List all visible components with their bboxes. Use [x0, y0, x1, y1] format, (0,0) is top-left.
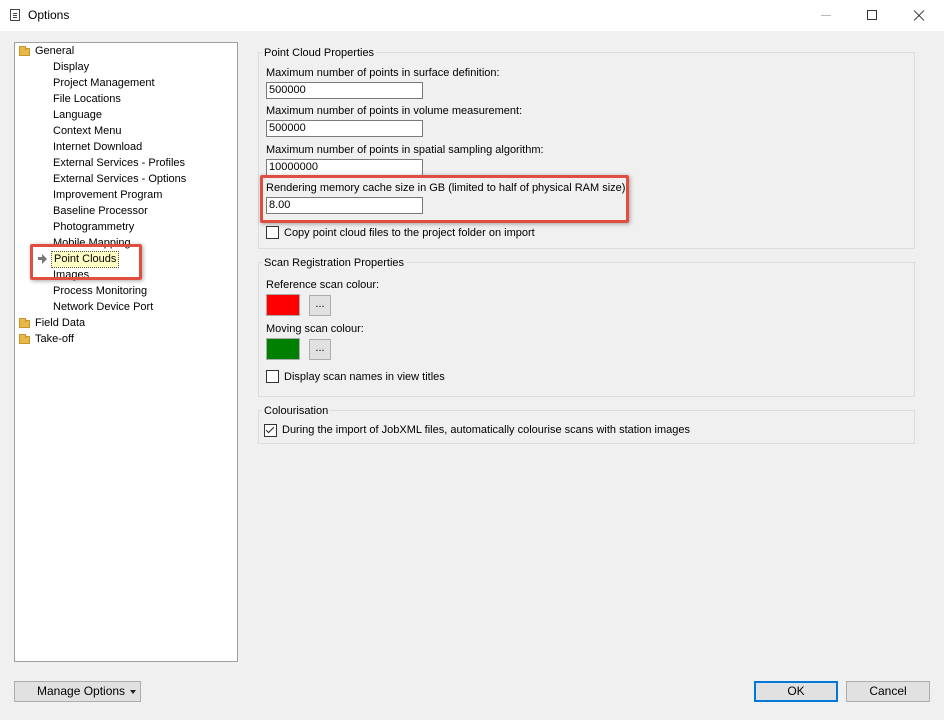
display-scan-names-checkbox[interactable] [266, 370, 279, 383]
scan-registration-title: Scan Registration Properties [262, 256, 407, 270]
moving-colour-label: Moving scan colour: [266, 323, 364, 335]
auto-colourise-checkbox[interactable] [264, 424, 277, 437]
options-app-icon [10, 9, 20, 21]
dropdown-arrow-icon [130, 690, 136, 694]
tree-item-process-monitoring[interactable]: Process Monitoring [53, 283, 147, 299]
folder-icon [19, 318, 30, 328]
title-bar: Options [0, 0, 944, 31]
maximize-button[interactable] [849, 0, 895, 31]
cache-size-label: Rendering memory cache size in GB (limit… [266, 182, 629, 194]
tree-item-display[interactable]: Display [53, 59, 89, 75]
tree-item-improvement-program[interactable]: Improvement Program [53, 187, 162, 203]
tree-item-mobile-mapping[interactable]: Mobile Mapping [53, 235, 131, 251]
volume-points-label: Maximum number of points in volume measu… [266, 105, 523, 117]
tree-item-project-management[interactable]: Project Management [53, 75, 155, 91]
reference-colour-picker-button[interactable]: ... [309, 295, 331, 316]
reference-colour-label: Reference scan colour: [266, 279, 380, 291]
reference-colour-swatch[interactable] [266, 294, 300, 316]
arrow-right-icon [38, 254, 48, 264]
folder-icon [19, 46, 30, 56]
close-button[interactable] [895, 0, 941, 31]
cache-size-input[interactable]: 8.00 [266, 197, 423, 214]
display-scan-names-label: Display scan names in view titles [284, 371, 445, 383]
copy-files-checkbox[interactable] [266, 226, 279, 239]
tree-item-external-services-profiles[interactable]: External Services - Profiles [53, 155, 185, 171]
cancel-button[interactable]: Cancel [846, 681, 930, 702]
tree-item-context-menu[interactable]: Context Menu [53, 123, 121, 139]
minimize-button[interactable] [803, 0, 849, 31]
tree-item-label: Field Data [35, 317, 86, 329]
tree-item-file-locations[interactable]: File Locations [53, 91, 121, 107]
window-title: Options [28, 8, 70, 22]
spatial-points-label: Maximum number of points in spatial samp… [266, 144, 544, 156]
surface-points-input[interactable]: 500000 [266, 82, 423, 99]
ok-button[interactable]: OK [754, 681, 838, 702]
tree-item-images[interactable]: Images [53, 267, 89, 283]
tree-item-photogrammetry[interactable]: Photogrammetry [53, 219, 134, 235]
auto-colourise-label: During the import of JobXML files, autom… [282, 424, 690, 436]
options-tree[interactable]: General Display Project Management File … [14, 42, 238, 662]
tree-item-language[interactable]: Language [53, 107, 102, 123]
manage-options-label: Manage Options [37, 684, 126, 698]
volume-points-input[interactable]: 500000 [266, 120, 423, 137]
colourisation-title: Colourisation [262, 404, 331, 418]
tree-item-baseline-processor[interactable]: Baseline Processor [53, 203, 148, 219]
tree-item-label: Take-off [35, 333, 74, 345]
moving-colour-picker-button[interactable]: ... [309, 339, 331, 360]
moving-colour-swatch[interactable] [266, 338, 300, 360]
folder-icon [19, 334, 30, 344]
manage-options-button[interactable]: Manage Options [14, 681, 141, 702]
surface-points-label: Maximum number of points in surface defi… [266, 67, 500, 79]
point-cloud-properties-title: Point Cloud Properties [262, 46, 377, 60]
tree-item-network-device-port[interactable]: Network Device Port [53, 299, 153, 315]
tree-item-external-services-options[interactable]: External Services - Options [53, 171, 186, 187]
copy-files-label: Copy point cloud files to the project fo… [284, 227, 535, 239]
tree-item-point-clouds[interactable]: Point Clouds [51, 251, 120, 268]
tree-item-internet-download[interactable]: Internet Download [53, 139, 142, 155]
tree-item-label: General [35, 45, 75, 57]
spatial-points-input[interactable]: 10000000 [266, 159, 423, 176]
